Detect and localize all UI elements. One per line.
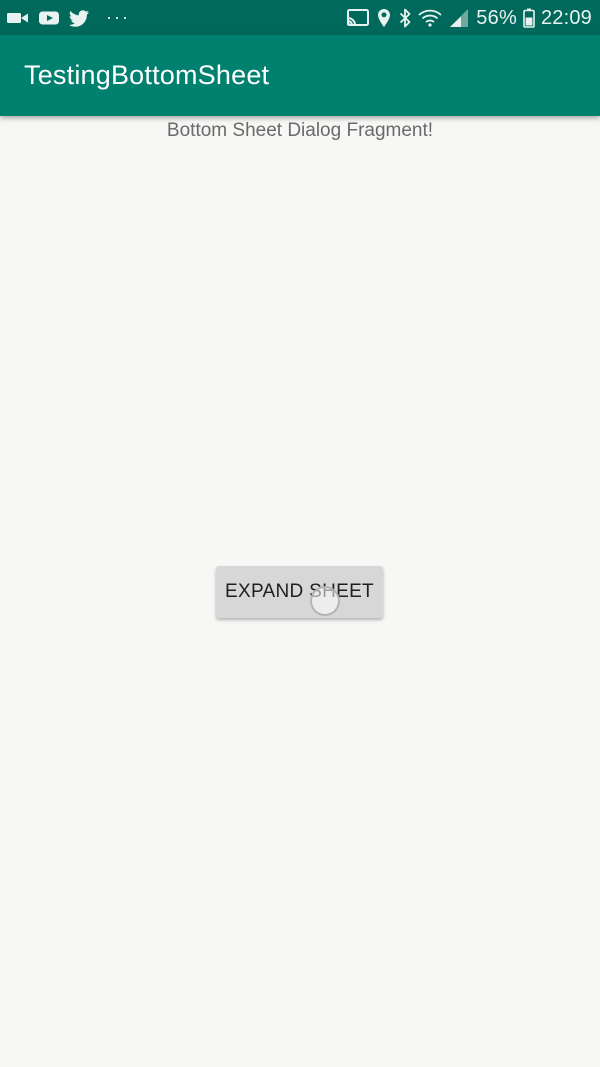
status-time: 22:09 <box>540 6 592 29</box>
video-camera-icon <box>6 10 30 26</box>
location-icon <box>376 8 392 28</box>
app-title: TestingBottomSheet <box>24 60 270 90</box>
battery-icon <box>523 8 535 28</box>
app-toolbar: TestingBottomSheet <box>0 35 600 116</box>
twitter-icon <box>68 9 90 27</box>
more-notifications-indicator: ··· <box>106 7 130 27</box>
youtube-icon <box>38 10 60 26</box>
cast-icon <box>346 8 370 28</box>
status-bar: ··· 56% 22:09 <box>0 0 600 35</box>
status-right-group: 56% 22:09 <box>340 0 592 35</box>
fragment-header-text: Bottom Sheet Dialog Fragment! <box>166 120 434 141</box>
signal-icon <box>448 8 470 28</box>
status-left-group: ··· <box>6 0 138 35</box>
bluetooth-icon <box>398 8 412 28</box>
battery-percentage: 56% <box>476 6 517 29</box>
expand-sheet-button[interactable]: EXPAND SHEET <box>216 566 383 618</box>
wifi-icon <box>418 8 442 28</box>
